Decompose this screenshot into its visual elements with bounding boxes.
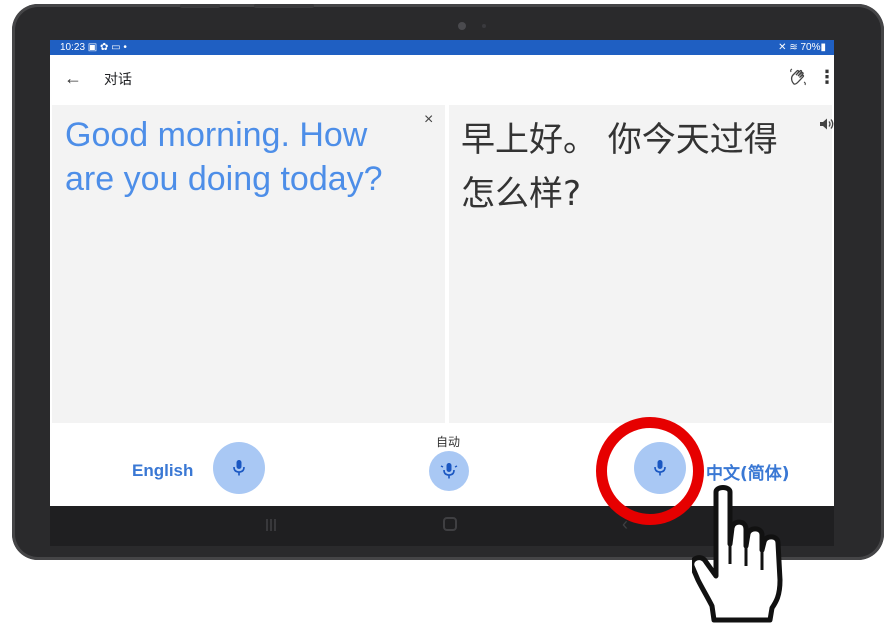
auto-mic-icon (440, 463, 458, 479)
mic-icon (233, 460, 245, 476)
language-chinese-label[interactable]: 中文(简体) (706, 459, 790, 484)
back-icon[interactable]: ← (64, 65, 82, 91)
tablet-screen: 10:23 ▣ ✿ ▭ • ✕ ≋ 70%▮ ← 对话 ⋮ Good morni… (50, 40, 834, 506)
translated-text: 早上好。 你今天过得怎么样? (461, 120, 778, 214)
light-sensor (482, 24, 486, 28)
speaker-icon[interactable] (819, 117, 834, 131)
status-time-icons: 10:23 ▣ ✿ ▭ • (60, 42, 127, 53)
recents-icon[interactable] (265, 518, 277, 532)
tablet-volume-button (180, 4, 220, 8)
highlight-ring (596, 417, 704, 525)
app-bar: ← 对话 ⋮ (50, 55, 834, 103)
target-panel: 早上好。 你今天过得怎么样? (449, 105, 834, 423)
status-bar: 10:23 ▣ ✿ ▭ • ✕ ≋ 70%▮ (50, 40, 834, 55)
status-right-icons: ✕ ≋ 70%▮ (778, 42, 826, 53)
language-english-label[interactable]: English (132, 461, 193, 481)
front-camera (458, 22, 466, 30)
auto-label: 自动 (436, 435, 461, 449)
page-title: 对话 (104, 71, 132, 87)
close-icon[interactable]: × (424, 111, 433, 129)
pointing-hand-icon (692, 485, 783, 623)
source-panel: Good morning. How are you doing today? × (52, 105, 445, 423)
tablet-power-button (254, 4, 314, 8)
auto-mic-button[interactable] (429, 451, 469, 491)
more-icon[interactable]: ⋮ (818, 66, 834, 88)
english-mic-button[interactable] (213, 442, 265, 494)
hand-wave-icon[interactable] (788, 67, 808, 87)
home-icon[interactable] (443, 517, 457, 531)
source-text: Good morning. How are you doing today? (65, 116, 383, 198)
